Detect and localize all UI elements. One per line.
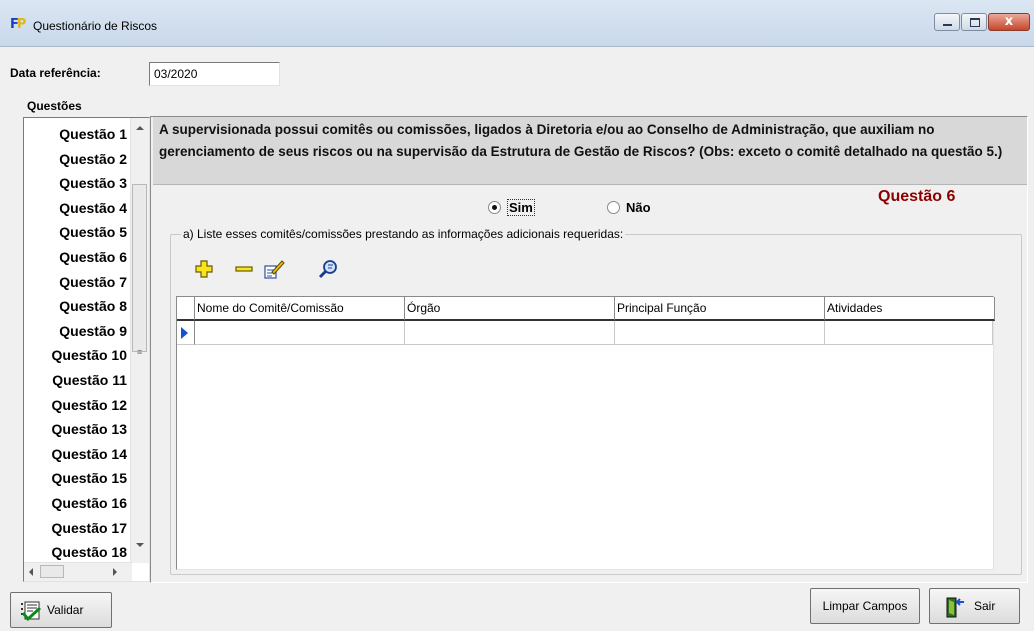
question-list-item[interactable]: Questão 11 (24, 368, 132, 392)
column-header-funcao[interactable]: Principal Função (615, 297, 825, 321)
app-icon: FP (10, 17, 26, 32)
option-sim-label: Sim (507, 199, 535, 216)
question-list-item[interactable]: Questão 9 (24, 319, 132, 343)
groupbox-legend: a) Liste esses comitês/comissões prestan… (181, 227, 626, 241)
question-list-item[interactable]: Questão 17 (24, 516, 132, 540)
exit-button-label: Sair (974, 599, 996, 613)
scroll-right-arrow-icon[interactable] (113, 568, 117, 576)
questions-header: Questões (27, 99, 82, 113)
validate-button-label: Validar (47, 603, 84, 617)
column-header-orgao[interactable]: Órgão (405, 297, 615, 321)
search-icon[interactable] (318, 258, 340, 280)
question-list-item[interactable]: Questão 3 (24, 171, 132, 195)
questions-list[interactable]: Questão 1 Questão 2 Questão 3 Questão 4 Ques… (23, 117, 150, 582)
option-nao-label: Não (626, 200, 651, 215)
question-list-item[interactable]: Questão 13 (24, 417, 132, 441)
grid-cell[interactable] (825, 321, 993, 345)
exit-button[interactable]: Sair (929, 588, 1020, 624)
scroll-left-arrow-icon[interactable] (29, 568, 33, 576)
grid-cell[interactable] (405, 321, 615, 345)
current-row-indicator-icon (181, 327, 188, 339)
scroll-thumb[interactable]: ≡ (132, 184, 147, 357)
column-header-atividades[interactable]: Atividades (825, 297, 995, 321)
grid-corner-header (177, 297, 195, 321)
committees-grid[interactable]: Nome do Comitê/Comissão Órgão Principal … (176, 296, 995, 570)
scroll-up-arrow-icon[interactable] (136, 126, 144, 130)
add-icon[interactable] (193, 258, 215, 280)
questions-horizontal-scrollbar[interactable] (24, 562, 132, 581)
question-list-item[interactable]: Questão 18 (24, 540, 132, 564)
date-reference-input[interactable] (149, 62, 280, 86)
question-list-item[interactable]: Questão 8 (24, 294, 132, 318)
question-list-item[interactable]: Questão 2 (24, 147, 132, 171)
validate-button[interactable]: Validar (10, 592, 112, 628)
question-list-item[interactable]: Questão 1 (24, 122, 132, 146)
scroll-down-arrow-icon[interactable] (136, 543, 144, 547)
question-text: A supervisionada possui comitês ou comis… (153, 117, 1027, 185)
question-number-label: Questão 6 (878, 188, 956, 205)
horizontal-scroll-thumb[interactable] (40, 565, 64, 578)
minimize-button[interactable] (934, 13, 960, 31)
option-nao[interactable]: Não (607, 200, 651, 215)
question-list-item[interactable]: Questão 16 (24, 491, 132, 515)
edit-icon[interactable] (263, 258, 285, 280)
column-header-nome[interactable]: Nome do Comitê/Comissão (195, 297, 405, 321)
radio-nao[interactable] (607, 201, 620, 214)
question-list-item[interactable]: Questão 6 (24, 245, 132, 269)
question-list-item[interactable]: Questão 7 (24, 270, 132, 294)
title-bar: FP Questionário de Riscos (0, 0, 1034, 47)
grid-cell[interactable] (615, 321, 825, 345)
validate-icon (19, 599, 43, 623)
remove-icon[interactable] (233, 258, 255, 280)
question-list-item[interactable]: Questão 15 (24, 466, 132, 490)
maximize-button[interactable] (961, 13, 987, 31)
window-title: Questionário de Riscos (33, 19, 158, 33)
question-list-item[interactable]: Questão 14 (24, 442, 132, 466)
grid-cell[interactable] (195, 321, 405, 345)
question-list-item[interactable]: Questão 5 (24, 220, 132, 244)
radio-sim[interactable] (488, 201, 501, 214)
question-list-item[interactable]: Questão 4 (24, 196, 132, 220)
option-sim[interactable]: Sim (488, 199, 535, 216)
exit-door-icon (942, 595, 966, 619)
question-list-item[interactable]: Questão 10 (24, 343, 132, 367)
question-list-item[interactable]: Questão 12 (24, 393, 132, 417)
date-reference-label: Data referência: (10, 66, 101, 80)
clear-fields-button[interactable]: Limpar Campos (810, 588, 920, 624)
close-button[interactable] (988, 13, 1030, 31)
questions-vertical-scrollbar[interactable]: ≡ (130, 118, 149, 563)
